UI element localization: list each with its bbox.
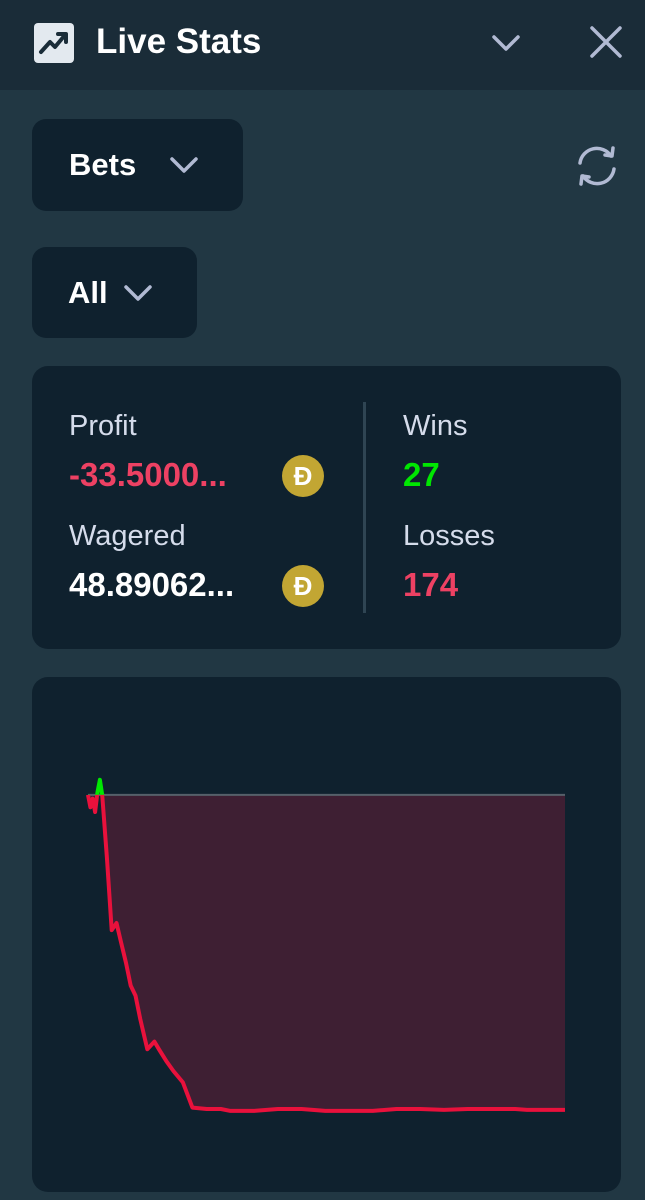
chevron-down-icon: [492, 35, 520, 51]
time-range-dropdown[interactable]: All: [32, 247, 197, 338]
chevron-down-icon: [124, 285, 152, 301]
trending-chart-icon: [34, 23, 74, 63]
losses-label: Losses: [403, 520, 495, 552]
stat-type-dropdown[interactable]: Bets: [32, 119, 243, 211]
profit-chart: [32, 677, 621, 1192]
stats-card: Profit -33.5000... Ð Wagered 48.89062...…: [32, 366, 621, 649]
stats-divider: [363, 402, 366, 613]
wins-label: Wins: [403, 410, 468, 442]
dogecoin-icon: Ð: [282, 455, 324, 497]
time-range-value: All: [68, 275, 108, 310]
losses-value: 174: [403, 566, 459, 603]
chevron-down-icon: [170, 157, 198, 173]
stat-type-value: Bets: [69, 147, 137, 182]
close-icon: [590, 26, 622, 58]
header: Live Stats: [0, 0, 645, 90]
dogecoin-icon: Ð: [282, 565, 324, 607]
wagered-label: Wagered: [69, 520, 186, 552]
refresh-button[interactable]: [572, 142, 622, 190]
loss-area: [88, 794, 565, 1111]
wagered-value: 48.89062...: [69, 566, 235, 603]
collapse-button[interactable]: [482, 20, 530, 68]
panel-title: Live Stats: [96, 22, 262, 61]
profit-chart-plot: [86, 777, 565, 1113]
profit-value: -33.5000...: [69, 456, 227, 493]
wins-value: 27: [403, 456, 440, 493]
close-button[interactable]: [582, 20, 630, 68]
refresh-icon: [578, 146, 616, 186]
profit-label: Profit: [69, 410, 137, 442]
